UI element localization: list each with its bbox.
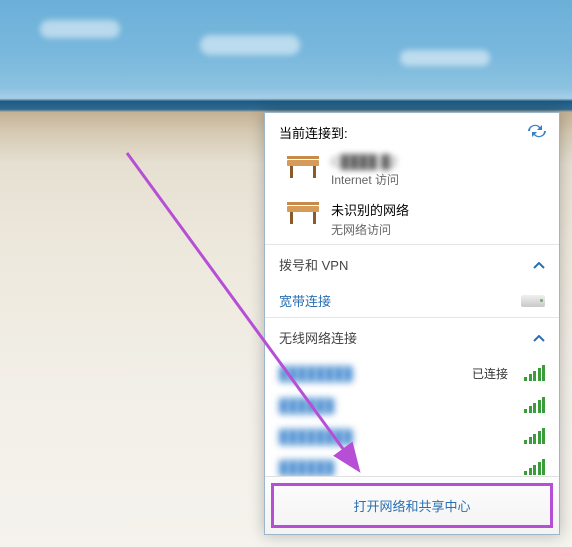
connection-status: Internet 访问 [331,171,545,188]
broadband-label: 宽带连接 [279,291,331,310]
network-flyout-panel: 当前连接到: C████ █2 Internet 访问 未识别的网络 无网络访问… [264,112,560,535]
wifi-section[interactable]: 无线网络连接 [265,317,559,357]
connection-name: 未识别的网络 [331,200,545,219]
wifi-network-item[interactable]: ██████ [265,452,559,476]
wifi-connected-badge: 已连接 [472,365,508,382]
active-connection[interactable]: C████ █2 Internet 访问 [265,148,559,194]
section-title: 无线网络连接 [279,328,357,347]
network-location-icon [285,202,321,226]
network-location-icon [285,156,321,180]
signal-strength-icon [524,367,545,381]
wifi-network-item[interactable]: ████████ [265,421,559,452]
panel-footer: 打开网络和共享中心 [265,476,559,534]
section-title: 拨号和 VPN [279,255,348,274]
signal-strength-icon [524,461,545,475]
wifi-ssid: ██████ [279,398,334,413]
chevron-up-icon[interactable] [533,330,545,346]
signal-strength-icon [524,399,545,413]
wifi-list: ████████ 已连接 ██████ ████████ ██████ [265,357,559,476]
wifi-ssid: ████████ [279,366,353,381]
dialup-vpn-section[interactable]: 拨号和 VPN [265,244,559,284]
chevron-up-icon[interactable] [533,257,545,273]
wifi-network-item[interactable]: ████████ 已连接 [265,357,559,390]
broadband-connection-item[interactable]: 宽带连接 [265,284,559,317]
connection-status: 无网络访问 [331,221,545,238]
refresh-icon[interactable] [527,123,547,142]
active-connection[interactable]: 未识别的网络 无网络访问 [265,194,559,244]
signal-strength-icon [524,430,545,444]
panel-header: 当前连接到: [265,113,559,148]
wifi-ssid: ████████ [279,429,353,444]
current-connections-title: 当前连接到: [279,123,348,142]
modem-icon [521,295,545,307]
wifi-ssid: ██████ [279,460,334,475]
open-network-center-link[interactable]: 打开网络和共享中心 [271,483,553,528]
wifi-network-item[interactable]: ██████ [265,390,559,421]
connection-name: C████ █2 [331,154,545,169]
